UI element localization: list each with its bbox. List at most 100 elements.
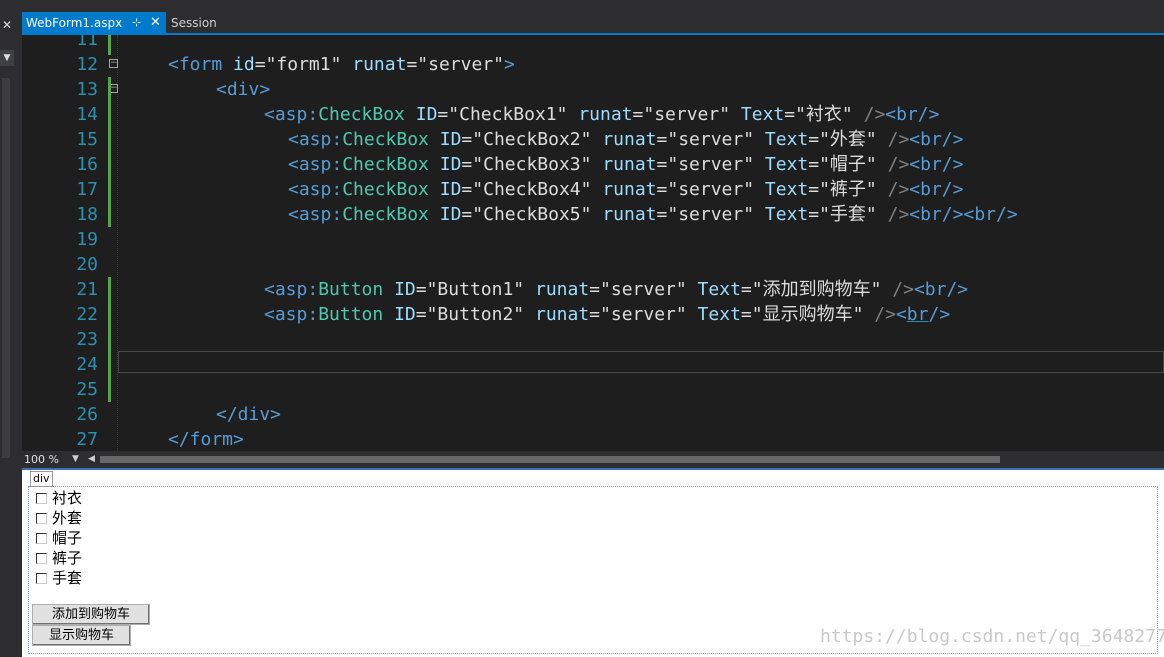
tab-webform1[interactable]: WebForm1.aspx ⊹ ✕ (22, 12, 166, 34)
code-token: ID (383, 304, 416, 325)
zoom-level[interactable]: 100 % (24, 451, 59, 468)
horizontal-scrollbar[interactable] (100, 456, 1000, 463)
code-token: /> (852, 104, 886, 125)
show-cart-button[interactable]: 显示购物车 (32, 625, 131, 646)
line-number: 15 (76, 129, 98, 150)
code-token: : (307, 279, 319, 300)
code-token: "server" (643, 104, 731, 125)
code-token: "CheckBox4" (472, 179, 592, 200)
watermark: https://blog.csdn.net/qq_36482772 (820, 626, 1164, 647)
close-icon[interactable]: ✕ (2, 18, 12, 32)
code-token: = (589, 279, 601, 300)
code-token: = (589, 304, 601, 325)
code-editor[interactable]: 11 12 − <form id="form1" runat="server">… (22, 35, 1164, 451)
code-line: 22 <asp:Button ID="Button2" runat="serve… (22, 302, 1164, 327)
change-marker (108, 77, 111, 227)
code-token: /> (876, 179, 910, 200)
code-token: = (808, 154, 820, 175)
line-number: 19 (76, 229, 98, 250)
checkbox[interactable] (36, 513, 47, 524)
div-tag-label[interactable]: div (30, 471, 53, 487)
code-token: = (461, 204, 473, 225)
code-token: /> (881, 279, 914, 300)
code-token: <br/> (885, 104, 940, 125)
chevron-down-icon[interactable]: ▼ (72, 451, 79, 468)
line-number: 26 (76, 404, 98, 425)
pin-icon[interactable]: ⊹ (132, 12, 141, 34)
code-token: <br/> (909, 154, 964, 175)
code-line: 11 (22, 35, 1164, 52)
code-token: </form> (168, 429, 244, 450)
add-to-cart-button[interactable]: 添加到购物车 (32, 604, 150, 625)
line-number: 24 (76, 354, 98, 375)
code-token: = (656, 179, 668, 200)
code-line: 17 <asp:CheckBox ID="CheckBox4" runat="s… (22, 177, 1164, 202)
code-token: Text (754, 154, 809, 175)
code-token: "CheckBox3" (472, 154, 592, 175)
code-line: 18 <asp:CheckBox ID="CheckBox5" runat="s… (22, 202, 1164, 227)
tab-session[interactable]: Session (171, 12, 217, 34)
code-token: ID (404, 104, 438, 125)
code-token: : (307, 304, 319, 325)
code-token: Text (730, 104, 785, 125)
code-token: "server" (600, 304, 687, 325)
code-token: <br/> (909, 129, 964, 150)
code-line: 16 <asp:CheckBox ID="CheckBox3" runat="s… (22, 152, 1164, 177)
code-token: Text (686, 304, 741, 325)
code-token: <br/> (909, 179, 964, 200)
code-token: "Button2" (426, 304, 525, 325)
code-token: /> (928, 304, 951, 325)
fold-toggle-icon[interactable]: − (109, 59, 118, 68)
code-token: ID (383, 279, 416, 300)
change-marker (108, 35, 111, 55)
line-number: 22 (76, 304, 98, 325)
line-number: 17 (76, 179, 98, 200)
scroll-left-icon[interactable]: ◀ (88, 451, 95, 468)
code-token: "显示购物车" (751, 304, 864, 325)
line-number: 16 (76, 154, 98, 175)
code-token: = (254, 54, 266, 75)
code-token: <br/> (963, 204, 1018, 225)
code-token: id (222, 54, 255, 75)
code-token: /> (863, 304, 896, 325)
code-token: Button (318, 304, 384, 325)
code-token: = (632, 104, 644, 125)
code-token: "CheckBox1" (448, 104, 568, 125)
code-token: "CheckBox5" (472, 204, 592, 225)
code-token: = (656, 129, 668, 150)
code-token: = (406, 54, 418, 75)
chevron-down-icon[interactable]: ▼ (0, 50, 14, 66)
line-number: 18 (76, 204, 98, 225)
checkbox[interactable] (36, 533, 47, 544)
line-number: 11 (76, 35, 98, 50)
code-token: Text (754, 129, 809, 150)
change-marker (108, 277, 111, 402)
vertical-scrollbar[interactable] (2, 78, 10, 458)
code-token: < (168, 54, 179, 75)
code-token: asp (298, 129, 332, 150)
close-icon[interactable]: ✕ (150, 12, 161, 34)
code-line: 19 (22, 227, 1164, 252)
line-number: 13 (76, 79, 98, 100)
code-token: "添加到购物车" (751, 279, 882, 300)
code-token: > (504, 54, 515, 75)
code-token: "CheckBox2" (472, 129, 592, 150)
checkbox-label: 手套 (52, 569, 83, 587)
code-token: asp (274, 279, 308, 300)
checkbox[interactable] (36, 493, 47, 504)
code-token: = (740, 304, 752, 325)
line-number: 25 (76, 379, 98, 400)
code-token: = (415, 279, 427, 300)
checkbox[interactable] (36, 573, 47, 584)
code-line: 23 (22, 327, 1164, 352)
code-line: 21 <asp:Button ID="Button1" runat="serve… (22, 277, 1164, 302)
code-token: = (461, 154, 473, 175)
code-line: 25 (22, 377, 1164, 402)
code-token: = (437, 104, 449, 125)
code-token: runat (591, 204, 657, 225)
checkbox[interactable] (36, 553, 47, 564)
code-token: runat (567, 104, 633, 125)
code-line: 20 (22, 252, 1164, 277)
code-token: = (784, 104, 796, 125)
code-token: "裤子" (819, 179, 877, 200)
